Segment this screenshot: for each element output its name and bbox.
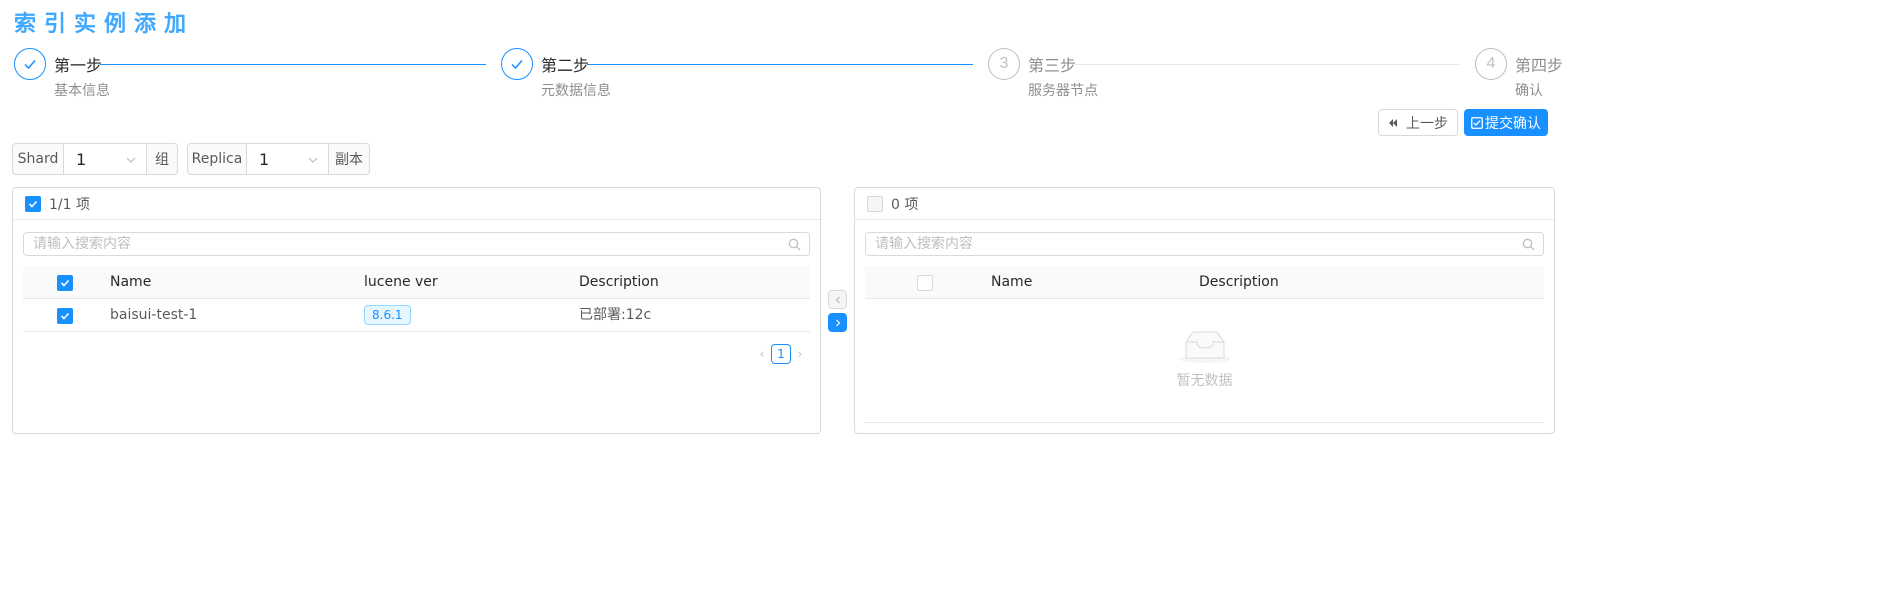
source-list-header: 1/1 项 <box>13 188 820 220</box>
steps-progress: 第一步 基本信息 第二步 元数据信息 3 第三步 服务器节点 4 第四步 确认 <box>14 48 1872 108</box>
prev-step-label: 上一步 <box>1406 115 1448 132</box>
shard-suffix: 组 <box>146 143 178 175</box>
empty-text: 暂无数据 <box>1176 373 1233 389</box>
check-square-icon <box>1471 116 1483 129</box>
step-desc: 确认 <box>1515 83 1543 99</box>
chevron-left-icon <box>835 296 840 303</box>
shard-select[interactable]: 1 <box>63 143 147 175</box>
empty-inbox-icon <box>1178 331 1231 363</box>
submit-confirm-button[interactable]: 提交确认 <box>1464 109 1548 136</box>
table-row[interactable]: baisui-test-1 8.6.1 已部署:12c <box>23 299 810 332</box>
step-connector <box>100 64 486 65</box>
replica-suffix: 副本 <box>328 143 370 175</box>
chevron-down-icon <box>308 157 318 163</box>
row-name: baisui-test-1 <box>110 307 198 323</box>
source-count: 1/1 项 <box>49 196 90 213</box>
step-desc: 元数据信息 <box>541 83 611 99</box>
target-count: 0 项 <box>891 196 919 213</box>
target-table-header: Name Description <box>865 266 1544 299</box>
target-transfer-list: 0 项 Name Description 暂无数据 <box>854 187 1555 434</box>
step-desc: 服务器节点 <box>1028 83 1098 99</box>
check-icon <box>501 48 533 80</box>
shard-value: 1 <box>76 149 87 169</box>
shard-label: Shard <box>12 143 64 175</box>
step-number: 3 <box>988 48 1020 80</box>
header-checkbox[interactable] <box>917 275 933 291</box>
column-header-lucene-ver[interactable]: lucene ver <box>364 266 438 299</box>
step-title: 第二步 <box>541 56 590 75</box>
chevron-right-icon <box>835 319 840 326</box>
replica-select[interactable]: 1 <box>246 143 329 175</box>
double-left-icon <box>1389 118 1397 127</box>
next-page-icon[interactable]: › <box>791 344 809 364</box>
search-icon <box>788 238 801 251</box>
lucene-version-tag: 8.6.1 <box>364 305 411 325</box>
submit-confirm-label: 提交确认 <box>1485 115 1541 132</box>
replica-label: Replica <box>187 143 247 175</box>
chevron-down-icon <box>126 157 136 163</box>
target-search-input[interactable] <box>875 236 1543 252</box>
step-title: 第三步 <box>1028 56 1077 75</box>
column-header-name[interactable]: Name <box>991 266 1032 299</box>
move-left-button[interactable] <box>828 290 847 309</box>
source-search-input[interactable] <box>33 236 809 252</box>
row-checkbox[interactable] <box>57 308 73 324</box>
page-title: 索引实例添加 <box>14 12 195 37</box>
header-checkbox[interactable] <box>57 275 73 291</box>
target-search-field[interactable] <box>865 232 1544 256</box>
replica-value: 1 <box>259 149 270 169</box>
step-number: 4 <box>1475 48 1507 80</box>
select-all-checkbox[interactable] <box>25 195 41 212</box>
step-title: 第四步 <box>1515 56 1564 75</box>
row-description: 已部署:12c <box>579 307 652 323</box>
search-icon <box>1522 238 1535 251</box>
empty-state: 暂无数据 <box>865 328 1544 390</box>
select-all-checkbox[interactable] <box>867 195 883 212</box>
pagination: ‹ 1 › <box>753 344 809 364</box>
step-connector <box>587 64 973 65</box>
divider <box>865 422 1544 423</box>
column-header-name[interactable]: Name <box>110 266 151 299</box>
prev-page-icon[interactable]: ‹ <box>753 344 771 364</box>
step-desc: 基本信息 <box>54 83 110 99</box>
target-list-header: 0 项 <box>855 188 1554 220</box>
move-right-button[interactable] <box>828 313 847 332</box>
source-search-field[interactable] <box>23 232 810 256</box>
source-table-header: Name lucene ver Description <box>23 266 810 299</box>
column-header-description[interactable]: Description <box>579 266 659 299</box>
column-header-description[interactable]: Description <box>1199 266 1279 299</box>
step-title: 第一步 <box>54 56 103 75</box>
prev-step-button[interactable]: 上一步 <box>1378 109 1458 136</box>
step-connector <box>1074 64 1460 65</box>
page-item[interactable]: 1 <box>771 344 791 364</box>
source-transfer-list: 1/1 项 Name lucene ver Description baisui… <box>12 187 821 434</box>
check-icon <box>14 48 46 80</box>
